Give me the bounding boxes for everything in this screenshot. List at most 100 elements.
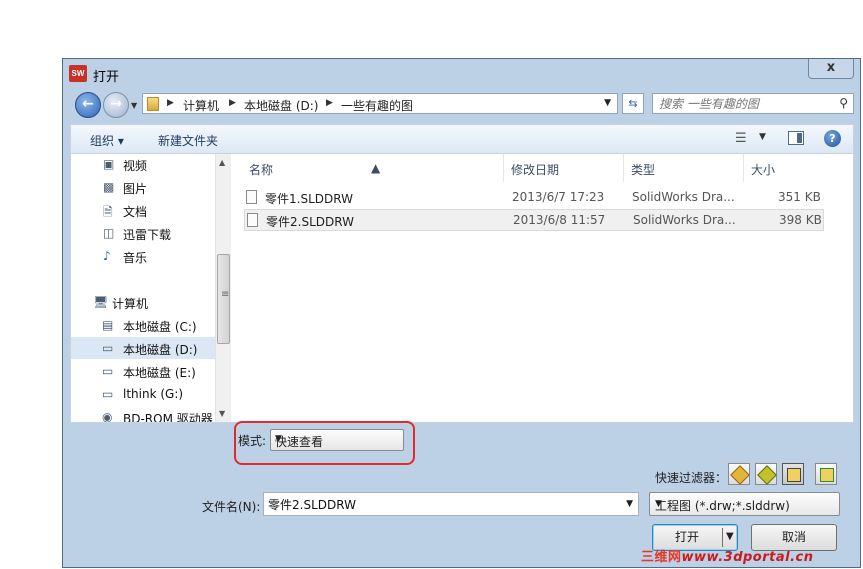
column-size[interactable]: 大小 — [751, 161, 775, 178]
recent-pages-dropdown-icon[interactable]: ▼ — [131, 101, 137, 110]
filter-parts-button[interactable] — [728, 463, 750, 485]
address-bar[interactable]: ▶ 计算机 ▶ 本地磁盘 (D:) ▶ 一些有趣的图 ▼ — [142, 93, 618, 114]
sidebar-item-label: BD-ROM 驱动器 — [123, 412, 213, 422]
filter-assemblies-button[interactable] — [755, 463, 777, 485]
grip-icon: ≡ — [221, 289, 230, 300]
column-divider[interactable] — [743, 154, 744, 182]
column-name[interactable]: 名称 — [249, 161, 273, 178]
sidebar-item-drive-g[interactable]: ▭ lthink (G:) — [71, 383, 215, 405]
watermark-site-name: 三维网 — [641, 550, 682, 565]
file-size: 398 KB — [779, 213, 822, 227]
file-row[interactable]: 零件2.SLDDRW 2013/6/8 11:57 SolidWorks Dra… — [244, 209, 824, 231]
chevron-down-icon: ▼ — [655, 499, 662, 509]
scroll-up-icon[interactable]: ▲ — [219, 158, 225, 167]
filename-label: 文件名(N): — [202, 500, 261, 514]
preview-pane-icon[interactable] — [788, 131, 804, 145]
breadcrumb-drive-d[interactable]: 本地磁盘 (D:) — [244, 97, 318, 114]
filename-combobox[interactable]: ▼ — [263, 492, 639, 516]
solidworks-app-icon: SW — [69, 65, 87, 82]
sidebar-item-computer[interactable]: 🖥 计算机 — [71, 291, 215, 313]
sidebar-item-label: 迅雷下载 — [123, 228, 172, 242]
file-type: SolidWorks Dra... — [632, 190, 735, 204]
drive-icon: ▭ — [102, 364, 114, 378]
sidebar-item-label: 本地磁盘 (D:) — [123, 343, 198, 357]
scrollbar-thumb[interactable]: ≡ — [217, 254, 230, 344]
breadcrumb-computer[interactable]: 计算机 — [183, 97, 219, 114]
organize-menu[interactable]: 组织 ▾ — [90, 132, 124, 149]
drive-icon: ▭ — [102, 341, 114, 355]
view-dropdown-icon[interactable]: ▼ — [759, 132, 766, 142]
breadcrumb-current-folder[interactable]: 一些有趣的图 — [341, 97, 413, 114]
scroll-down-icon[interactable]: ▼ — [219, 409, 225, 418]
forward-button[interactable]: → — [103, 92, 129, 118]
filter-drawings-button[interactable] — [782, 463, 804, 485]
sidebar-item-label: 计算机 — [112, 297, 149, 311]
open-dialog: SW 打开 x ← → ▼ ▶ 计算机 ▶ 本地磁盘 (D:) ▶ 一些有趣的图… — [62, 58, 861, 568]
close-button[interactable]: x — [808, 59, 854, 79]
back-button[interactable]: ← — [75, 92, 101, 118]
video-icon: ▣ — [103, 157, 115, 171]
column-date[interactable]: 修改日期 — [511, 161, 559, 178]
file-type-select[interactable]: 工程图 (*.drw;*.slddrw) ▼ — [649, 492, 840, 516]
search-input[interactable] — [659, 96, 829, 111]
quick-filter-label: 快速过滤器： — [655, 471, 728, 485]
drawing-filter-icon — [787, 468, 801, 482]
system-drive-icon: ▤ — [102, 318, 114, 332]
title-bar[interactable]: SW 打开 x — [63, 59, 860, 89]
sidebar-item-documents[interactable]: 🗎 文档 — [71, 199, 215, 221]
column-type[interactable]: 类型 — [631, 161, 655, 178]
sidebar-item-drive-c[interactable]: ▤ 本地磁盘 (C:) — [71, 314, 215, 336]
sort-ascending-icon: ▲ — [371, 161, 381, 175]
breadcrumb-arrow-icon[interactable]: ▶ — [326, 98, 333, 108]
search-box[interactable]: ⚲ — [652, 93, 854, 114]
command-toolbar: 组织 ▾ 新建文件夹 ☰ ▼ ? — [70, 124, 854, 154]
open-button-label: 打开 — [674, 530, 699, 544]
document-icon: 🗎 — [103, 205, 113, 219]
search-icon[interactable]: ⚲ — [839, 96, 848, 110]
open-options-dropdown-icon[interactable]: ▼ — [726, 531, 734, 542]
file-size: 351 KB — [778, 190, 821, 204]
music-icon: ♪ — [103, 249, 111, 263]
drawing-file-icon — [246, 190, 257, 204]
column-header-row: 名称 ▲ 修改日期 类型 大小 — [232, 154, 852, 182]
breadcrumb-arrow-icon[interactable]: ▶ — [229, 98, 236, 108]
file-date: 2013/6/7 17:23 — [512, 190, 605, 204]
sidebar-item-drive-d[interactable]: ▭ 本地磁盘 (D:) — [71, 337, 215, 359]
sidebar-item-label: 文档 — [123, 205, 148, 219]
navigation-scrollbar[interactable]: ▲ ≡ ▼ — [215, 154, 231, 422]
back-arrow-icon: ← — [82, 96, 94, 112]
filter-top-level-button[interactable] — [815, 463, 837, 485]
breadcrumb-arrow-icon[interactable]: ▶ — [167, 98, 174, 108]
column-divider[interactable] — [503, 154, 504, 182]
sidebar-item-label: 本地磁盘 (E:) — [123, 366, 196, 380]
disc-icon: ◉ — [102, 410, 113, 422]
address-dropdown-icon[interactable]: ▼ — [604, 98, 611, 108]
forward-arrow-icon: → — [110, 96, 122, 112]
top-level-filter-icon — [820, 468, 834, 482]
sidebar-item-bd-rom[interactable]: ◉ BD-ROM 驱动器 — [71, 406, 215, 422]
drive-icon: ▭ — [102, 387, 114, 401]
refresh-button[interactable]: ⇆ — [622, 93, 644, 114]
new-folder-button[interactable]: 新建文件夹 — [158, 132, 218, 149]
column-divider[interactable] — [623, 154, 624, 182]
sidebar-item-label: lthink (G:) — [123, 387, 184, 401]
sidebar-item-music[interactable]: ♪ 音乐 — [71, 245, 215, 267]
download-icon: ◫ — [103, 226, 115, 240]
assembly-filter-icon — [757, 465, 777, 485]
file-list: 名称 ▲ 修改日期 类型 大小 零件1.SLDDRW 2013/6/7 17:2… — [232, 154, 853, 422]
chevron-down-icon[interactable]: ▼ — [626, 499, 633, 509]
sidebar-item-label: 本地磁盘 (C:) — [123, 320, 197, 334]
file-row[interactable]: 零件1.SLDDRW 2013/6/7 17:23 SolidWorks Dra… — [244, 187, 824, 209]
help-icon[interactable]: ? — [824, 130, 841, 147]
drawing-file-icon — [247, 213, 258, 227]
picture-icon: ▩ — [103, 180, 115, 194]
sidebar-item-xunlei-downloads[interactable]: ◫ 迅雷下载 — [71, 222, 215, 244]
address-row: ← → ▼ ▶ 计算机 ▶ 本地磁盘 (D:) ▶ 一些有趣的图 ▼ ⇆ ⚲ — [63, 89, 860, 121]
sidebar-item-videos[interactable]: ▣ 视频 — [71, 154, 215, 175]
view-options-icon[interactable]: ☰ — [735, 131, 747, 146]
sidebar-item-pictures[interactable]: ▩ 图片 — [71, 176, 215, 198]
refresh-icon: ⇆ — [628, 97, 638, 110]
watermark-site-url: www.3dportal.cn — [681, 550, 814, 565]
filename-input[interactable] — [268, 497, 608, 511]
sidebar-item-drive-e[interactable]: ▭ 本地磁盘 (E:) — [71, 360, 215, 382]
